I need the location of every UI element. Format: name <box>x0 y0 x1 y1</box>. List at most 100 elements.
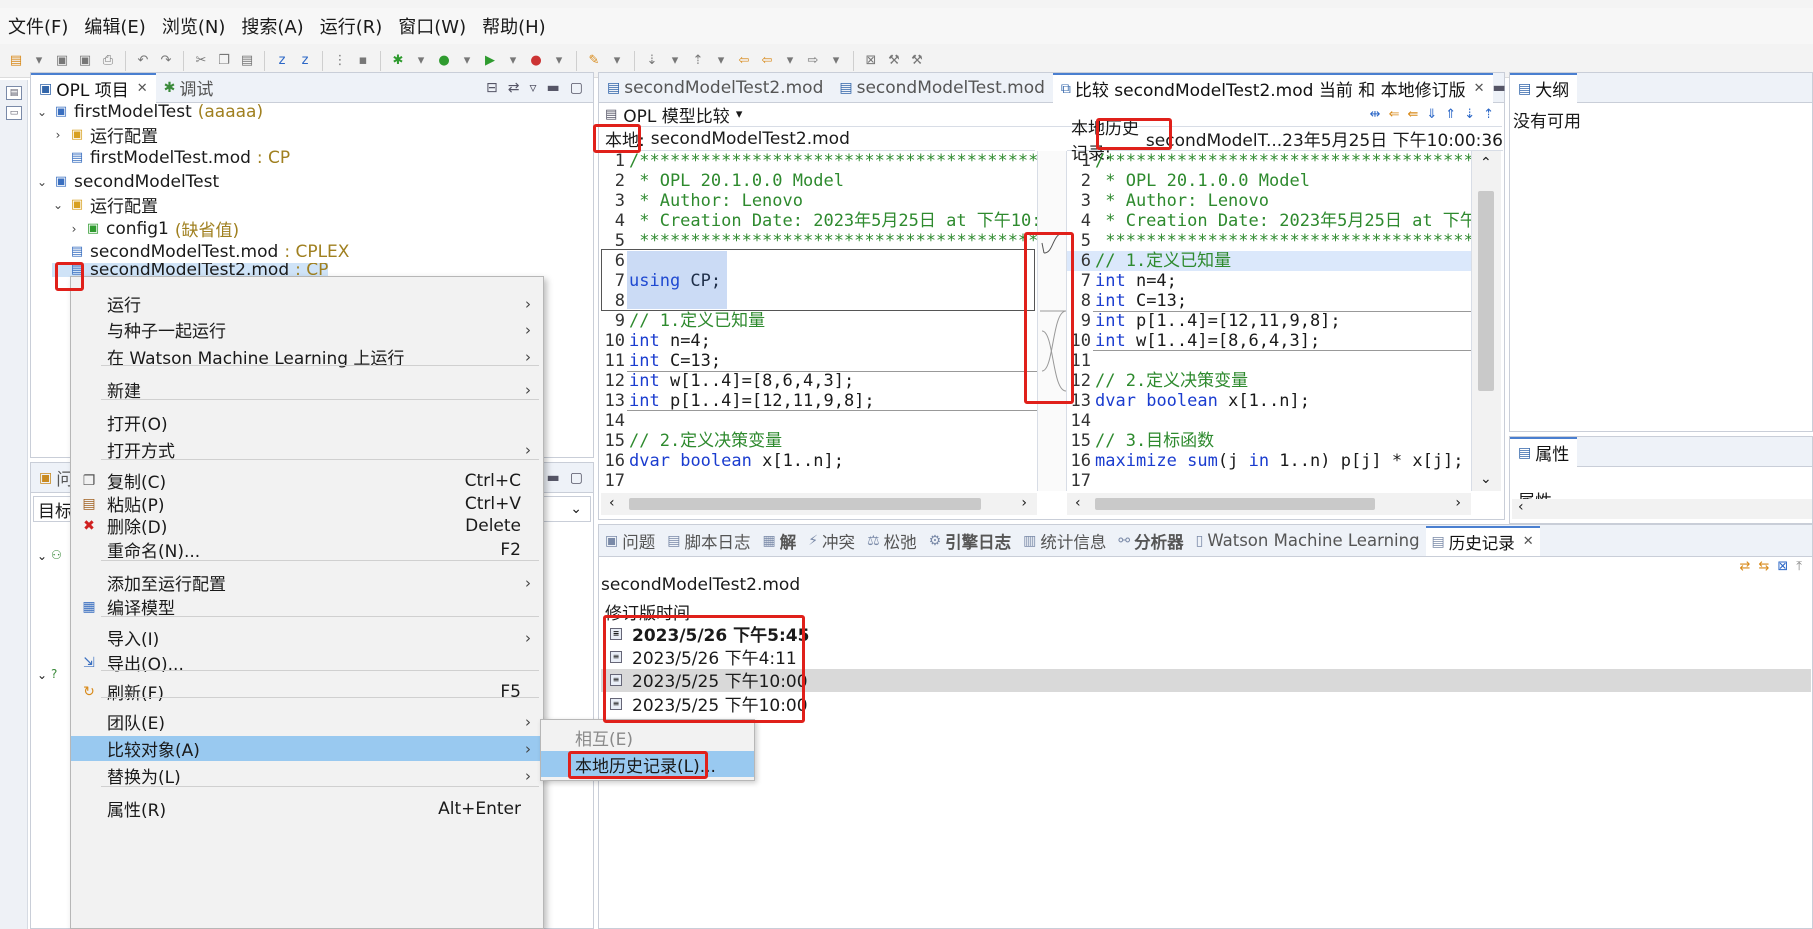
pin-icon[interactable]: ⤒ <box>1796 559 1802 574</box>
dropdown-icon[interactable]: ▾ <box>780 51 800 71</box>
layout-icon[interactable]: ⊠ <box>861 51 881 71</box>
tab-bottom-0[interactable]: ▣ 问题 <box>599 526 661 556</box>
close-icon[interactable]: ✕ <box>1474 81 1485 96</box>
dropdown-icon[interactable]: ▾ <box>665 51 685 71</box>
tab-bottom-9[interactable]: ▤ 历史记录 ✕ <box>1425 525 1540 556</box>
history-row[interactable]: ≡ 2023/5/25 下午10:00 <box>610 668 808 692</box>
close-icon[interactable]: ✕ <box>137 81 148 96</box>
tree-project-secondmodeltest[interactable]: ⌄ ▣ secondModelTest <box>36 170 219 193</box>
context-menu-item[interactable]: 属性(R) Alt+Enter <box>71 796 543 822</box>
compare-mode-icon[interactable]: ⊠ <box>1777 559 1788 574</box>
scroll-left-icon[interactable]: ‹ <box>609 495 615 511</box>
cut-icon[interactable]: ✂ <box>191 51 211 71</box>
tab-bottom-2[interactable]: ▦ 解 <box>756 526 802 556</box>
context-menu-item[interactable]: 替换为(L) › <box>71 763 543 789</box>
minimize-icon[interactable]: ▬ <box>1493 80 1506 96</box>
tools-icon[interactable]: ⚒ <box>884 51 904 71</box>
dropdown-icon[interactable]: ▾ <box>826 51 846 71</box>
tree-project-firstmodeltest[interactable]: ⌄ ▣ firstModelTest (aaaaa) <box>36 100 263 123</box>
tab-bottom-1[interactable]: ▤ 脚本日志 <box>661 526 756 556</box>
chevron-down-icon[interactable]: ⌄ <box>570 501 582 517</box>
context-menu-item[interactable]: 团队(E) › <box>71 709 543 735</box>
context-menu-item[interactable]: 导入(I) › <box>71 625 543 651</box>
stop-icon[interactable]: ▪ <box>353 51 373 71</box>
context-menu-item[interactable]: 比较对象(A) › <box>71 736 543 761</box>
right-horizontal-scrollbar[interactable]: ‹ › <box>1067 493 1471 515</box>
restore-icon[interactable]: ▤ <box>6 86 22 100</box>
dropdown-icon[interactable]: ▾ <box>607 51 627 71</box>
menu-file[interactable]: 文件(F) <box>8 13 68 39</box>
link-icon[interactable]: ⇄ <box>1740 559 1751 574</box>
redo-icon[interactable]: ↷ <box>156 51 176 71</box>
copy-current-icon[interactable]: ⇚ <box>1407 107 1418 122</box>
tab-debug[interactable]: ✱ 调试 <box>156 73 222 103</box>
collapsed-chevron-icon[interactable]: › <box>68 222 80 236</box>
back-arrow-icon[interactable]: ⇦ <box>757 51 777 71</box>
context-menu-item[interactable]: ✖ 删除(D) Delete <box>71 513 543 539</box>
submenu-local-history[interactable]: 本地历史记录(L)... <box>541 751 754 777</box>
maximize-icon[interactable]: ▢ <box>570 80 583 96</box>
menu-help[interactable]: 帮助(H) <box>482 13 546 39</box>
context-menu-item[interactable]: 打开(O) <box>71 410 543 435</box>
context-menu-item[interactable]: ⇲ 导出(O)... <box>71 650 543 676</box>
tree-file-firstmodeltest[interactable]: ▤ firstModelTest.mod : CP <box>52 146 290 169</box>
expanded-chevron-icon[interactable]: ⌄ <box>37 549 47 563</box>
tab-opl-project[interactable]: ▣ OPL 项目 ✕ <box>31 72 156 103</box>
view-menu-icon[interactable]: ▿ <box>530 80 537 96</box>
tree-run-config-2[interactable]: ⌄ ▣ 运行配置 <box>52 193 158 217</box>
tree-config1[interactable]: › ▣ config1 (缺省值) <box>68 217 240 242</box>
right-code-pane[interactable]: 1/**************************************… <box>1067 151 1471 491</box>
debug-icon[interactable]: ✱ <box>388 51 408 71</box>
dropdown-icon[interactable]: ▾ <box>503 51 523 71</box>
dropdown-icon[interactable]: ▾ <box>549 51 569 71</box>
minimize-icon[interactable]: ▬ <box>547 470 560 486</box>
left-horizontal-scrollbar[interactable]: ‹ › <box>601 493 1037 515</box>
expanded-chevron-icon[interactable]: ⌄ <box>37 668 47 682</box>
scroll-down-icon[interactable]: ⌄ <box>1480 471 1492 487</box>
run-config-icon[interactable]: ▶ <box>480 51 500 71</box>
prev-annotation-icon[interactable]: ⇡ <box>688 51 708 71</box>
tree-run-config[interactable]: › ▣ 运行配置 <box>52 123 158 147</box>
prev-diff-icon[interactable]: ⇑ <box>1445 107 1456 122</box>
run-icon[interactable]: ● <box>434 51 454 71</box>
tab-outline[interactable]: ▤ 大纲 <box>1510 72 1578 103</box>
scrollbar-thumb[interactable] <box>1095 498 1375 510</box>
context-menu-item[interactable]: ↻ 刷新(F) F5 <box>71 679 543 705</box>
left-code-pane[interactable]: 1/**************************************… <box>601 151 1037 491</box>
tab-bottom-6[interactable]: ▥ 统计信息 <box>1017 526 1112 556</box>
vertical-scrollbar[interactable]: ⌃ ⌄ <box>1471 151 1501 491</box>
scroll-left-icon[interactable]: ‹ <box>1518 499 1524 515</box>
minimize-icon[interactable]: ▬ <box>547 80 560 96</box>
tab-secondmodeltest2[interactable]: ▤ secondModelTest2.mod <box>599 73 831 103</box>
print-icon[interactable]: ⎙ <box>98 51 118 71</box>
expanded-chevron-icon[interactable]: ⌄ <box>36 105 48 119</box>
tab-compare[interactable]: ⧉ 比较 secondModelTest2.mod 当前 和 本地修订版 ✕ <box>1052 72 1493 103</box>
context-menu-item[interactable]: 与种子一起运行 › <box>71 317 543 343</box>
copy-icon[interactable]: ❐ <box>214 51 234 71</box>
tools2-icon[interactable]: ⚒ <box>907 51 927 71</box>
scrollbar-thumb[interactable] <box>1478 191 1494 391</box>
collapsed-chevron-icon[interactable]: › <box>52 128 64 142</box>
dropdown-icon[interactable]: ▾ <box>411 51 431 71</box>
context-menu-item[interactable]: 添加至运行配置 › <box>71 570 543 596</box>
context-menu-item[interactable]: ❐ 复制(C) Ctrl+C <box>71 468 543 494</box>
tab-bottom-7[interactable]: ⚯ 分析器 <box>1112 526 1189 556</box>
dropdown-icon[interactable]: ▾ <box>711 51 731 71</box>
scroll-up-icon[interactable]: ⌃ <box>1480 155 1492 171</box>
scroll-right-icon[interactable]: › <box>1021 495 1027 511</box>
grid-icon[interactable]: ⋮ <box>330 51 350 71</box>
paste-icon[interactable]: ▤ <box>237 51 257 71</box>
tab-secondmodeltest[interactable]: ▤ secondModelTest.mod <box>831 73 1053 103</box>
next-annotation-icon[interactable]: ⇣ <box>642 51 662 71</box>
history-row[interactable]: ≡ 2023/5/26 下午4:11 <box>610 645 797 669</box>
next-diff-icon[interactable]: ⇓ <box>1426 107 1437 122</box>
submenu-each-other[interactable]: 相互(E) <box>541 724 754 750</box>
tab-properties[interactable]: ▤ 属性 <box>1510 436 1578 467</box>
forward-icon[interactable]: ⇨ <box>803 51 823 71</box>
tree-file-secondmodeltest[interactable]: ▤ secondModelTest.mod : CPLEX <box>52 240 350 263</box>
history-row[interactable]: ≡ 2023/5/26 下午5:45 <box>610 622 809 646</box>
tool-icon[interactable]: ● <box>526 51 546 71</box>
dropdown-icon[interactable]: ▾ <box>457 51 477 71</box>
menu-search[interactable]: 搜索(A) <box>241 13 303 39</box>
scroll-right-icon[interactable]: › <box>1455 495 1461 511</box>
